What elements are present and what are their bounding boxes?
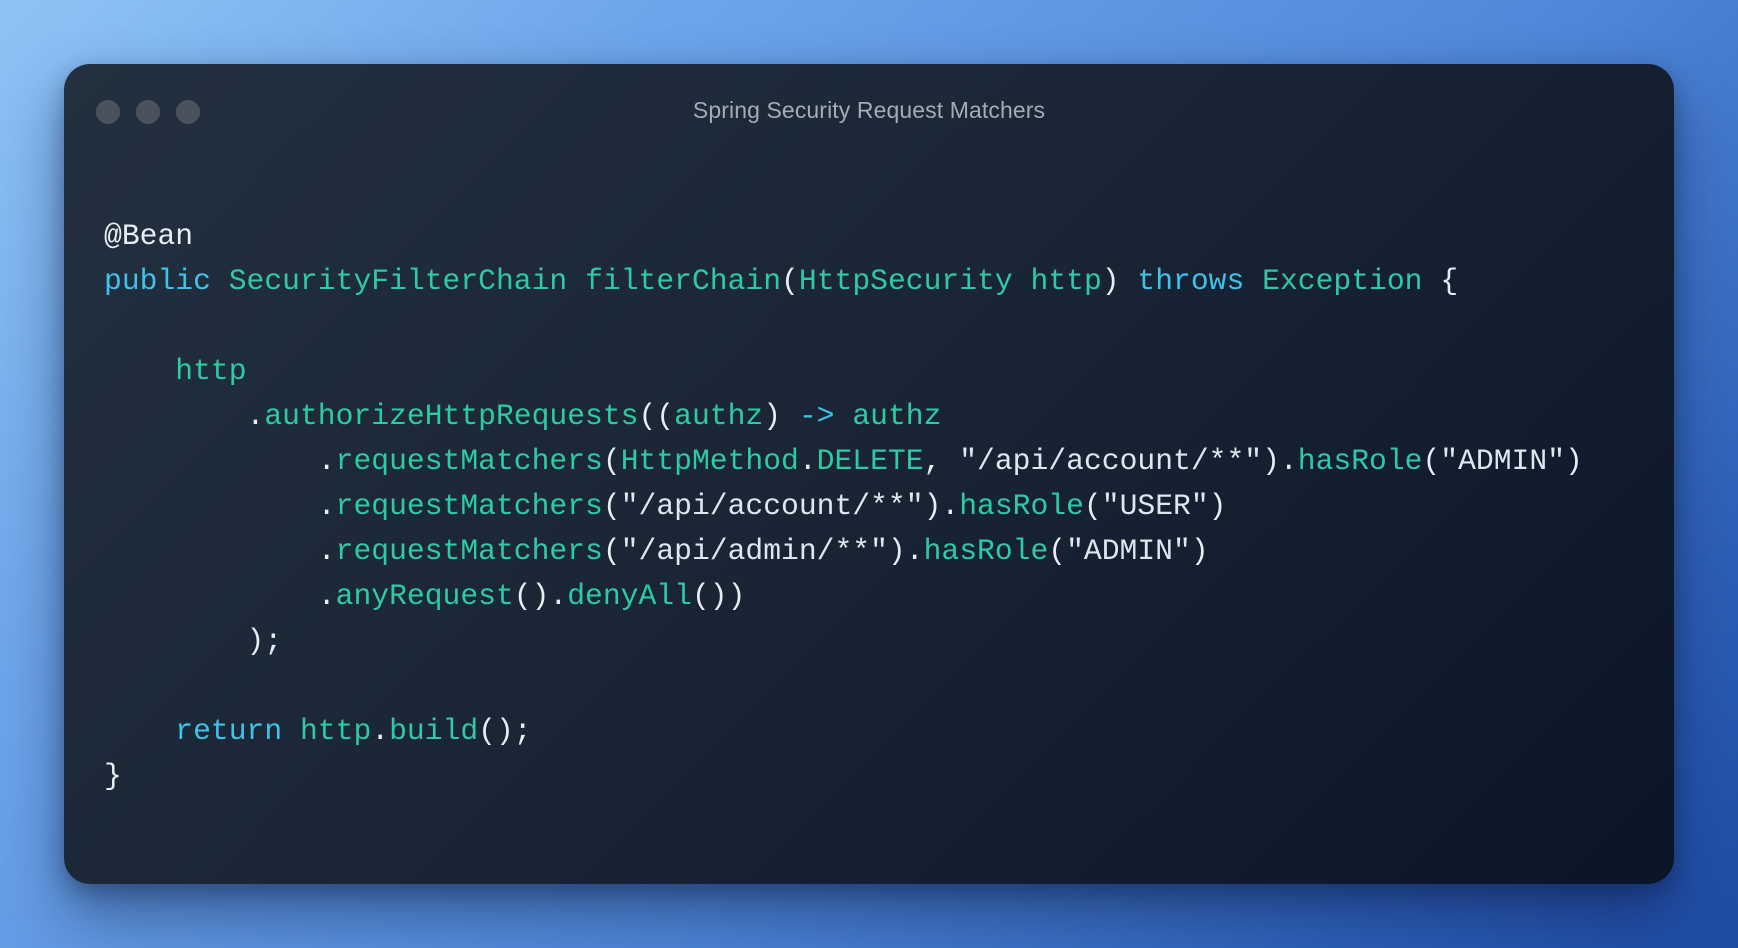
code-line: .requestMatchers("/api/admin/**").hasRol… (317, 534, 1209, 568)
code-line: .requestMatchers("/api/account/**").hasR… (317, 489, 1227, 523)
window-titlebar: Spring Security Request Matchers (64, 64, 1674, 160)
code-line: http (175, 354, 247, 388)
code-line: .anyRequest().denyAll()) (317, 579, 746, 613)
window-title: Spring Security Request Matchers (692, 97, 1046, 123)
code-line: } (104, 759, 122, 793)
code-line: return http.build(); (175, 714, 532, 748)
code-window: Spring Security Request Matchers @Bean pu… (64, 64, 1674, 884)
code-line: .authorizeHttpRequests((authz) -> authz (246, 399, 942, 433)
code-line: @Bean (104, 219, 194, 253)
code-line: .requestMatchers(HttpMethod.DELETE, "/ap… (317, 444, 1583, 478)
code-block: @Bean public SecurityFilterChain filterCh… (104, 214, 1583, 799)
code-line: ); (246, 624, 283, 658)
code-line: public SecurityFilterChain filterChain(H… (104, 264, 1459, 298)
